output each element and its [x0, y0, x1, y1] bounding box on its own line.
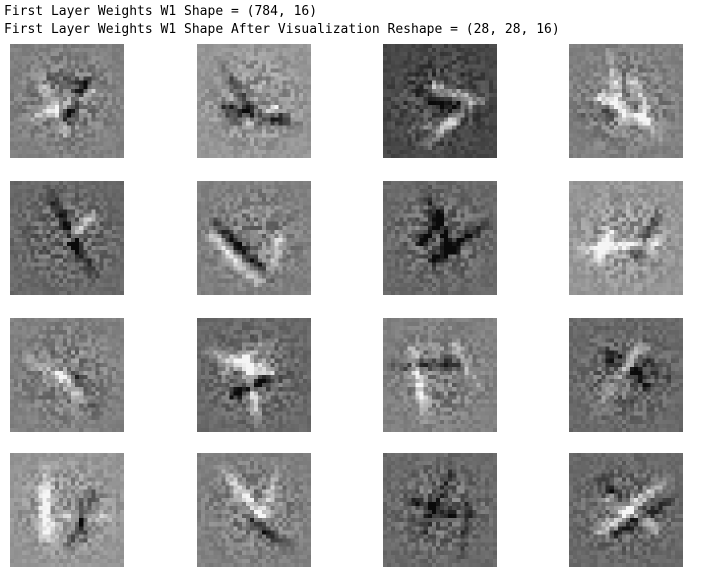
weight-image-7: [383, 181, 497, 295]
weight-image-12: [569, 318, 683, 432]
weight-image-1: [10, 44, 124, 158]
weight-image-4: [569, 44, 683, 158]
weight-image-9: [10, 318, 124, 432]
weight-image-16: [569, 453, 683, 567]
weight-image-10: [197, 318, 311, 432]
weight-image-5: [10, 181, 124, 295]
weight-image-14: [197, 453, 311, 567]
weight-image-13: [10, 453, 124, 567]
cell-output-area: First Layer Weights W1 Shape = (784, 16)…: [0, 0, 720, 574]
weight-image-8: [569, 181, 683, 295]
weight-image-11: [383, 318, 497, 432]
weight-image-2: [197, 44, 311, 158]
weight-image-15: [383, 453, 497, 567]
weight-image-3: [383, 44, 497, 158]
weight-image-6: [197, 181, 311, 295]
weights-figure: [0, 0, 720, 574]
